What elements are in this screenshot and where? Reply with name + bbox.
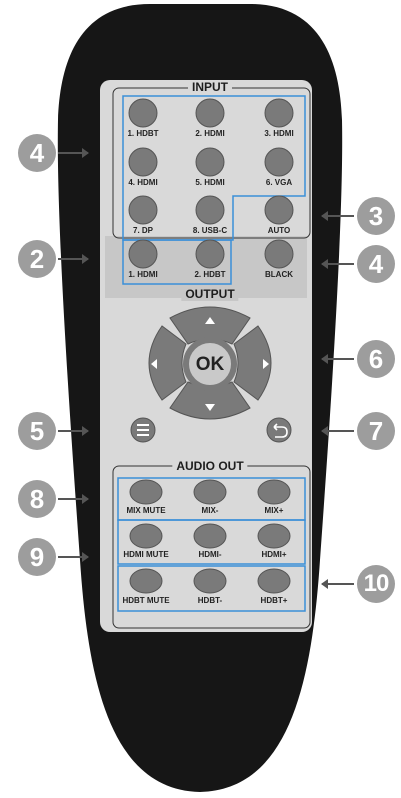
input-label-7: 7. DP xyxy=(132,226,154,235)
output-button-row xyxy=(128,239,294,269)
arrow-6 xyxy=(321,354,354,364)
audio-label-hdmi-minus: HDMI- xyxy=(198,550,222,559)
input-button-auto xyxy=(264,195,294,225)
input-button-6 xyxy=(264,147,294,177)
arrow-5 xyxy=(58,426,89,436)
input-label-5: 5. HDMI xyxy=(195,178,225,187)
input-label-auto: AUTO xyxy=(267,226,291,235)
callout-4-left: 4 xyxy=(18,134,56,172)
input-button-grid xyxy=(128,98,294,225)
input-button-7 xyxy=(128,195,158,225)
output-button-black xyxy=(264,239,294,269)
remote-diagram: INPUT OUTPUT AUDIO OUT OK 1. HDBT 2. HDM… xyxy=(0,0,401,798)
arrow-7 xyxy=(321,426,354,436)
callout-5: 5 xyxy=(18,412,56,450)
audio-label-hdbt-plus: HDBT+ xyxy=(260,596,288,605)
audio-button-hdmi-plus xyxy=(257,523,291,549)
output-label-1: 1. HDMI xyxy=(128,270,158,279)
arrow-4-right xyxy=(321,259,354,269)
callout-6: 6 xyxy=(357,340,395,378)
input-label-1: 1. HDBT xyxy=(127,129,159,138)
callout-8: 8 xyxy=(18,480,56,518)
input-label-6: 6. VGA xyxy=(265,178,293,187)
input-button-1 xyxy=(128,98,158,128)
arrow-9 xyxy=(58,552,89,562)
output-button-1 xyxy=(128,239,158,269)
audio-button-mix-plus xyxy=(257,479,291,505)
callout-7: 7 xyxy=(357,412,395,450)
output-button-2 xyxy=(195,239,225,269)
input-button-2 xyxy=(195,98,225,128)
input-button-8 xyxy=(195,195,225,225)
audio-button-hdbt-mute xyxy=(129,568,163,594)
output-label-2: 2. HDBT xyxy=(194,270,226,279)
audio-label-hdmi-plus: HDMI+ xyxy=(261,550,287,559)
input-button-5 xyxy=(195,147,225,177)
audio-label-mix-minus: MIX- xyxy=(201,506,219,515)
input-button-4 xyxy=(128,147,158,177)
audio-button-hdmi-mute xyxy=(129,523,163,549)
callout-9: 9 xyxy=(18,538,56,576)
audio-button-hdbt-plus xyxy=(257,568,291,594)
arrow-2 xyxy=(58,254,89,264)
audio-button-mix-mute xyxy=(129,479,163,505)
arrow-3 xyxy=(321,211,354,221)
arrow-8 xyxy=(58,494,89,504)
output-section-title: OUTPUT xyxy=(181,287,239,301)
input-label-8: 8. USB-C xyxy=(192,226,228,235)
ok-label: OK xyxy=(195,354,225,375)
input-label-2: 2. HDMI xyxy=(195,129,225,138)
output-label-black: BLACK xyxy=(265,270,293,279)
input-label-4: 4. HDMI xyxy=(128,178,158,187)
callout-3: 3 xyxy=(357,197,395,235)
input-label-3: 3. HDMI xyxy=(264,129,294,138)
audio-label-hdbt-mute: HDBT MUTE xyxy=(122,596,170,605)
audio-button-hdmi-minus xyxy=(193,523,227,549)
arrow-4-left xyxy=(58,148,89,158)
audio-section-title: AUDIO OUT xyxy=(172,459,248,473)
audio-label-mix-mute: MIX MUTE xyxy=(126,506,166,515)
audio-label-hdmi-mute: HDMI MUTE xyxy=(123,550,169,559)
audio-label-hdbt-minus: HDBT- xyxy=(197,596,223,605)
input-button-3 xyxy=(264,98,294,128)
callout-10: 10 xyxy=(357,565,395,603)
arrow-10 xyxy=(321,579,354,589)
input-section-title: INPUT xyxy=(188,80,232,94)
remote-svg xyxy=(57,4,343,792)
callout-2: 2 xyxy=(18,240,56,278)
audio-label-mix-plus: MIX+ xyxy=(264,506,284,515)
audio-button-grid xyxy=(129,479,291,594)
callout-4-right: 4 xyxy=(357,245,395,283)
audio-button-mix-minus xyxy=(193,479,227,505)
audio-button-hdbt-minus xyxy=(193,568,227,594)
